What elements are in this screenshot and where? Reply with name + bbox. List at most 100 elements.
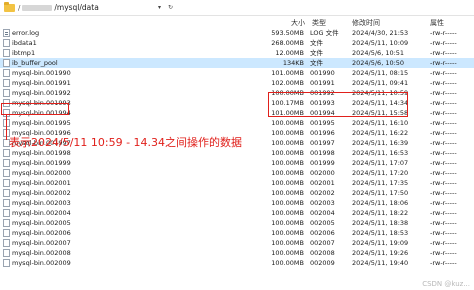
file-icon	[3, 259, 10, 267]
file-name: error.log	[12, 29, 40, 37]
file-icon	[3, 209, 10, 217]
file-type: 文件	[310, 59, 323, 67]
file-icon	[3, 79, 10, 87]
file-icon	[3, 169, 10, 177]
file-name: mysql-bin.001992	[12, 89, 71, 97]
file-size: 102.00MB	[271, 79, 304, 87]
file-icon	[3, 149, 10, 157]
file-type: 001995	[310, 119, 335, 127]
file-permissions: -rw-r-----	[430, 29, 457, 37]
file-name: mysql-bin.001995	[12, 119, 71, 127]
file-row[interactable]: mysql-bin.002004 100.00MB 002004 2024/5/11,…	[0, 208, 474, 218]
file-name: mysql-bin.002001	[12, 179, 71, 187]
file-modified: 2024/5/11, 19:09	[352, 239, 409, 247]
refresh-icon[interactable]: ↻	[166, 3, 175, 12]
file-modified: 2024/5/11, 17:20	[352, 169, 409, 177]
file-permissions: -rw-r-----	[430, 139, 457, 147]
file-modified: 2024/5/11, 18:06	[352, 199, 409, 207]
file-modified: 2024/5/11, 08:15	[352, 69, 409, 77]
file-permissions: -rw-r-----	[430, 149, 457, 157]
file-type: 001990	[310, 69, 335, 77]
file-type: 002004	[310, 209, 335, 217]
file-size: 100.00MB	[271, 139, 304, 147]
file-row[interactable]: mysql-bin.001991 102.00MB 001991 2024/5/11,…	[0, 78, 474, 88]
file-modified: 2024/5/11, 17:35	[352, 179, 409, 187]
file-size: 100.00MB	[271, 189, 304, 197]
file-row[interactable]: mysql-bin.002006 100.00MB 002006 2024/5/11,…	[0, 228, 474, 238]
file-permissions: -rw-r-----	[430, 69, 457, 77]
column-type[interactable]: 类型	[312, 18, 326, 28]
file-size: 100.00MB	[271, 119, 304, 127]
file-row[interactable]: mysql-bin.002008 100.00MB 002008 2024/5/11,…	[0, 248, 474, 258]
file-name: ibtmp1	[12, 49, 36, 57]
file-size: 100.00MB	[271, 149, 304, 157]
path-bar[interactable]: / /mysql/data ▾ ↻	[0, 0, 474, 16]
file-row[interactable]: mysql-bin.002000 100.00MB 002000 2024/5/11,…	[0, 168, 474, 178]
file-permissions: -rw-r-----	[430, 259, 457, 267]
file-modified: 2024/5/11, 10:09	[352, 39, 409, 47]
file-type: 002003	[310, 199, 335, 207]
file-name: mysql-bin.002000	[12, 169, 71, 177]
file-icon	[3, 159, 10, 167]
file-row[interactable]: ib_buffer_pool 134KB 文件 2024/5/6, 10:50 -rw-…	[0, 58, 474, 68]
file-modified: 2024/5/11, 16:10	[352, 119, 409, 127]
file-size: 100.00MB	[271, 259, 304, 267]
path-prefix: /	[18, 3, 21, 12]
file-size: 593.50MB	[271, 29, 304, 37]
file-name: mysql-bin.001991	[12, 79, 71, 87]
column-size[interactable]: 大小	[291, 18, 305, 28]
file-row[interactable]: mysql-bin.001999 100.00MB 001999 2024/5/11,…	[0, 158, 474, 168]
file-type: 001996	[310, 129, 335, 137]
file-type: 002009	[310, 259, 335, 267]
file-row[interactable]: mysql-bin.002009 100.00MB 002009 2024/5/11,…	[0, 258, 474, 268]
file-row[interactable]: ibdata1 268.00MB 文件 2024/5/11, 10:09 -rw-r--…	[0, 38, 474, 48]
file-icon	[3, 69, 10, 77]
file-type: 002001	[310, 179, 335, 187]
file-row[interactable]: mysql-bin.002002 100.00MB 002002 2024/5/11,…	[0, 188, 474, 198]
file-name: ibdata1	[12, 39, 37, 47]
file-row[interactable]: mysql-bin.001995 100.00MB 001995 2024/5/11,…	[0, 118, 474, 128]
column-modified[interactable]: 修改时间	[352, 18, 380, 28]
file-icon	[3, 219, 10, 227]
file-permissions: -rw-r-----	[430, 199, 457, 207]
file-row[interactable]: mysql-bin.002007 100.00MB 002007 2024/5/11,…	[0, 238, 474, 248]
file-type: 001999	[310, 159, 335, 167]
file-modified: 2024/5/11, 16:22	[352, 129, 409, 137]
file-modified: 2024/5/6, 10:50	[352, 59, 405, 67]
file-name: mysql-bin.001999	[12, 159, 71, 167]
file-modified: 2024/5/11, 18:53	[352, 229, 409, 237]
file-permissions: -rw-r-----	[430, 129, 457, 137]
file-permissions: -rw-r-----	[430, 159, 457, 167]
file-size: 101.00MB	[271, 69, 304, 77]
file-icon	[3, 39, 10, 47]
file-permissions: -rw-r-----	[430, 169, 457, 177]
file-icon	[3, 89, 10, 97]
file-size: 100.00MB	[271, 199, 304, 207]
file-type: 001991	[310, 79, 335, 87]
chevron-down-icon[interactable]: ▾	[155, 3, 164, 12]
file-icon	[3, 239, 10, 247]
log-file-icon	[3, 29, 10, 37]
file-type: LOG 文件	[310, 29, 339, 37]
file-row[interactable]: mysql-bin.001990 101.00MB 001990 2024/5/11,…	[0, 68, 474, 78]
file-modified: 2024/5/11, 19:26	[352, 249, 409, 257]
column-permissions[interactable]: 属性	[430, 18, 444, 28]
file-row[interactable]: mysql-bin.002001 100.00MB 002001 2024/5/11,…	[0, 178, 474, 188]
file-permissions: -rw-r-----	[430, 249, 457, 257]
file-name: mysql-bin.002006	[12, 229, 71, 237]
file-icon	[3, 189, 10, 197]
file-modified: 2024/5/11, 16:53	[352, 149, 409, 157]
file-row[interactable]: error.log 593.50MB LOG 文件 2024/4/30, 21:53 -…	[0, 28, 474, 38]
file-row[interactable]: mysql-bin.002003 100.00MB 002003 2024/5/11,…	[0, 198, 474, 208]
file-size: 100.00MB	[271, 229, 304, 237]
file-type: 002006	[310, 229, 335, 237]
file-permissions: -rw-r-----	[430, 79, 457, 87]
file-row[interactable]: ibtmp1 12.00MB 文件 2024/5/6, 10:51 -rw-r-----	[0, 48, 474, 58]
file-modified: 2024/4/30, 21:53	[352, 29, 409, 37]
file-row[interactable]: mysql-bin.002005 100.00MB 002005 2024/5/11,…	[0, 218, 474, 228]
file-permissions: -rw-r-----	[430, 109, 457, 117]
file-permissions: -rw-r-----	[430, 39, 457, 47]
file-name: mysql-bin.002005	[12, 219, 71, 227]
file-modified: 2024/5/11, 18:22	[352, 209, 409, 217]
file-size: 100.00MB	[271, 249, 304, 257]
